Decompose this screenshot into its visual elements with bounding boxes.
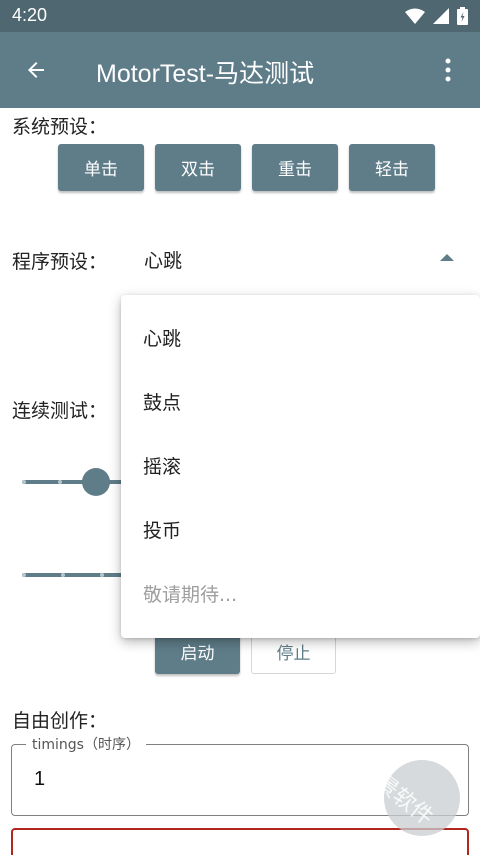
light-click-button[interactable]: 轻击 [349,144,435,191]
back-button[interactable] [14,50,58,90]
system-presets-buttons: 单击 双击 重击 轻击 [58,144,435,191]
more-options-button[interactable] [438,54,458,86]
app-bar: MotorTest-马达测试 [0,32,480,108]
menu-item-coin[interactable]: 投币 [121,497,480,561]
app-title: MotorTest-马达测试 [96,60,315,88]
heavy-click-button[interactable]: 重击 [252,144,338,191]
amplitudes-field-error[interactable] [11,828,469,855]
intensity-slider[interactable] [22,480,126,484]
status-bar: 4:20 [0,0,480,32]
program-preset-dropdown-menu: 心跳 鼓点 摇滚 投币 敬请期待... [121,295,480,638]
menu-item-drumbeat[interactable]: 鼓点 [121,369,480,433]
cellular-signal-icon [433,8,449,24]
dropdown-arrow-up-icon[interactable] [440,254,454,261]
program-presets-label: 程序预设： [12,251,108,273]
free-creation-label: 自由创作： [12,710,108,732]
intensity-slider-thumb[interactable] [82,468,110,496]
menu-item-coming-soon: 敬请期待... [143,583,238,606]
interval-slider[interactable] [22,573,126,577]
status-icons [405,7,468,25]
more-vert-icon [445,58,451,82]
timings-field-label: timings（时序） [26,734,146,754]
menu-item-heartbeat[interactable]: 心跳 [121,305,480,369]
timings-field-value[interactable]: 1 [34,768,45,791]
menu-item-rock[interactable]: 摇滚 [121,433,480,497]
status-time: 4:20 [12,5,48,25]
system-presets-label: 系统预设： [12,116,108,138]
wifi-icon [405,8,425,24]
arrow-back-icon [28,62,44,78]
continuous-test-label: 连续测试： [12,400,108,422]
double-click-button[interactable]: 双击 [155,144,241,191]
battery-icon [457,7,468,25]
click-button[interactable]: 单击 [58,144,144,191]
program-preset-select[interactable]: 心跳 [144,246,182,273]
